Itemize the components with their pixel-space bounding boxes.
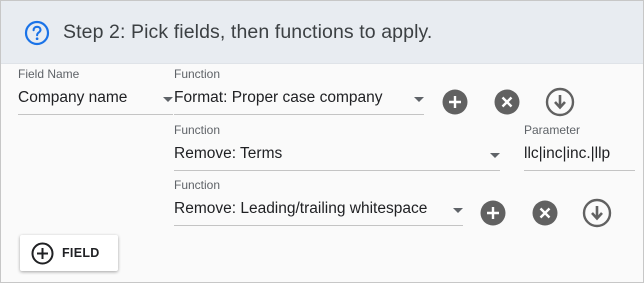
add-function-button[interactable] [441, 88, 469, 116]
function-value: Remove: Leading/trailing whitespace [174, 200, 428, 217]
remove-function-button[interactable] [531, 199, 559, 227]
add-function-button[interactable] [479, 199, 507, 227]
function-select-3[interactable]: Remove: Leading/trailing whitespace [174, 196, 463, 226]
function-caption: Function [174, 67, 221, 81]
field-name-caption: Field Name [18, 67, 80, 81]
help-icon[interactable] [24, 20, 50, 46]
function-select-1[interactable]: Format: Proper case company [174, 85, 424, 115]
arrow-down-circle-icon [545, 87, 575, 117]
function-value: Remove: Terms [174, 145, 283, 162]
remove-function-button[interactable] [493, 88, 521, 116]
parameter-value: llc|inc|inc.|llp [524, 145, 611, 162]
move-down-button[interactable] [582, 198, 612, 228]
chevron-down-icon [490, 153, 500, 158]
add-circle-outline-icon [31, 242, 54, 265]
function-caption: Function [174, 178, 221, 192]
move-down-button[interactable] [545, 87, 575, 117]
parameter-input[interactable]: llc|inc|inc.|llp [524, 141, 635, 171]
arrow-down-circle-icon [582, 198, 612, 228]
step-title: Step 2: Pick fields, then functions to a… [63, 21, 433, 43]
add-circle-icon [442, 89, 468, 115]
cancel-circle-icon [494, 89, 520, 115]
function-value: Format: Proper case company [174, 89, 383, 106]
chevron-down-icon [414, 97, 424, 102]
function-caption: Function [174, 123, 221, 137]
add-circle-icon [480, 200, 506, 226]
field-name-value: Company name [18, 89, 128, 106]
parameter-caption: Parameter [524, 123, 581, 137]
add-field-label: FIELD [62, 246, 100, 260]
step-header: Step 2: Pick fields, then functions to a… [1, 1, 643, 64]
chevron-down-icon [163, 97, 173, 102]
step2-panel: Step 2: Pick fields, then functions to a… [0, 0, 644, 283]
field-name-select[interactable]: Company name [18, 85, 173, 115]
cancel-circle-icon [532, 200, 558, 226]
function-select-2[interactable]: Remove: Terms [174, 141, 500, 171]
add-field-button[interactable]: FIELD [20, 235, 118, 271]
chevron-down-icon [453, 208, 463, 213]
